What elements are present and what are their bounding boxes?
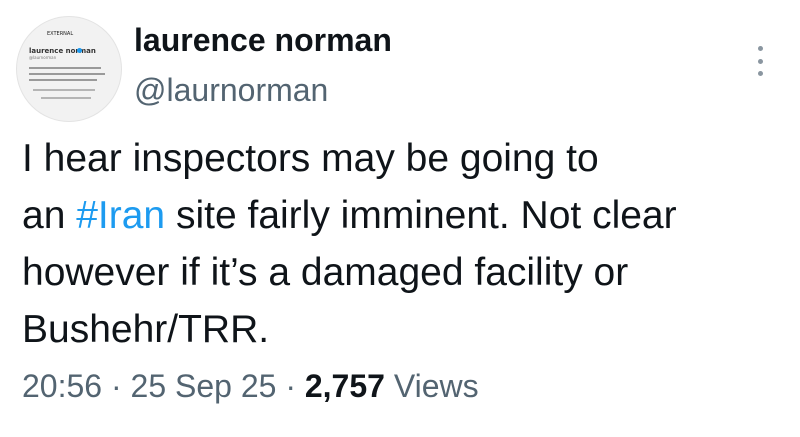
avatar-bio-line xyxy=(29,79,97,81)
tweet-text-segment: site fairly imminent. Not clear xyxy=(165,194,677,237)
hashtag-link[interactable]: #Iran xyxy=(76,194,165,237)
tweet-card: EXTERNAL laurence norman @laurnorman lau… xyxy=(0,0,800,437)
verified-badge-icon xyxy=(77,48,82,53)
tweet-line: I hear inspectors may be going to xyxy=(22,137,599,180)
more-dot xyxy=(757,58,763,64)
meta-separator: · xyxy=(110,368,122,404)
author-handle[interactable]: @laurnorman xyxy=(134,70,328,110)
tweet-line: Bushehr/TRR. xyxy=(22,308,270,351)
avatar[interactable]: EXTERNAL laurence norman @laurnorman xyxy=(16,16,122,122)
views-count: 2,757 xyxy=(304,368,385,404)
tweet-text-segment: an xyxy=(22,194,77,237)
tweet-meta: 20:56 · 25 Sep 25 · 2,757 Views xyxy=(22,364,479,408)
avatar-top-text: EXTERNAL xyxy=(47,31,74,37)
avatar-bio-line xyxy=(29,73,105,75)
more-vertical-icon[interactable] xyxy=(752,46,768,76)
avatar-handle-text: @laurnorman xyxy=(29,55,57,60)
avatar-name-text: laurence norman xyxy=(29,47,96,55)
tweet-line: an #Iran site fairly imminent. Not clear xyxy=(22,187,792,244)
tweet-date[interactable]: 25 Sep 25 xyxy=(131,368,277,404)
tweet-text: I hear inspectors may be going to an #Ir… xyxy=(22,130,792,358)
avatar-stats-line xyxy=(41,97,91,99)
more-dot xyxy=(757,71,763,76)
avatar-bio-line xyxy=(29,67,101,69)
views-label: Views xyxy=(393,368,479,404)
more-dot xyxy=(757,46,763,51)
tweet-line: however if it’s a damaged facility or xyxy=(22,251,629,294)
tweet-time[interactable]: 20:56 xyxy=(22,368,102,404)
meta-separator: · xyxy=(285,368,296,404)
author-display-name[interactable]: laurence norman xyxy=(134,20,392,60)
avatar-stats-line xyxy=(33,89,95,91)
